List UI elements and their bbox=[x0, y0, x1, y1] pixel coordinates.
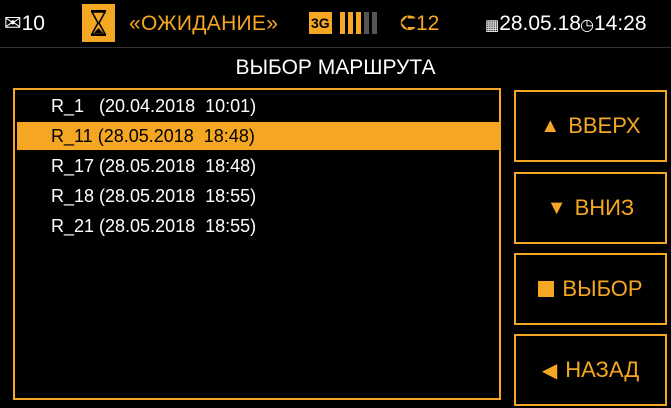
route-list-item[interactable]: R_21 (28.05.2018 18:55) bbox=[17, 212, 499, 240]
back-button[interactable]: ◀ НАЗАД bbox=[514, 334, 667, 406]
mail-count: 10 bbox=[21, 12, 45, 35]
up-button-label: ВВЕРХ bbox=[568, 113, 641, 138]
date-indicator: ▦28.05.18 bbox=[485, 0, 581, 47]
satellite-icon: ⮈ bbox=[400, 12, 416, 35]
state-text: «ОЖИДАНИЕ» bbox=[129, 12, 279, 35]
hourglass-icon bbox=[82, 4, 115, 42]
arrow-left-icon: ◀ bbox=[541, 359, 558, 382]
select-button-label: ВЫБОР bbox=[562, 276, 643, 301]
route-list-item[interactable]: R_17 (28.05.2018 18:48) bbox=[17, 152, 499, 180]
time-value: 14:28 bbox=[593, 12, 647, 35]
clock-icon: ◷ bbox=[580, 17, 594, 34]
arrow-up-icon: ▲ bbox=[540, 114, 561, 137]
page-title: ВЫБОР МАРШРУТА bbox=[0, 47, 671, 88]
satellite-indicator: ⮈12 bbox=[400, 0, 439, 47]
select-button[interactable]: ВЫБОР bbox=[514, 253, 667, 325]
route-list-item[interactable]: R_18 (28.05.2018 18:55) bbox=[17, 182, 499, 210]
status-bar: ✉10 «ОЖИДАНИЕ» 3G ⮈12 ▦28.05.18 ◷14:28 bbox=[0, 0, 671, 47]
route-list-item[interactable]: R_11 (28.05.2018 18:48) bbox=[17, 122, 499, 150]
arrow-down-icon: ▼ bbox=[546, 196, 567, 219]
signal-bar bbox=[356, 12, 361, 34]
square-icon bbox=[538, 281, 555, 297]
satellite-count: 12 bbox=[415, 12, 440, 35]
mail-indicator: ✉10 bbox=[4, 0, 45, 47]
route-list-item[interactable]: R_1 (20.04.2018 10:01) bbox=[17, 92, 499, 120]
down-button-label: ВНИЗ bbox=[574, 195, 635, 220]
down-button[interactable]: ▼ ВНИЗ bbox=[514, 172, 667, 244]
signal-bar bbox=[340, 12, 345, 34]
signal-bar bbox=[348, 12, 353, 34]
network-badge: 3G bbox=[309, 12, 332, 34]
signal-bar bbox=[372, 12, 377, 34]
route-list[interactable]: R_1 (20.04.2018 10:01) R_11 (28.05.2018 1… bbox=[13, 88, 501, 400]
time-indicator: ◷14:28 bbox=[580, 0, 647, 47]
envelope-icon: ✉ bbox=[4, 12, 22, 35]
back-button-label: НАЗАД bbox=[565, 357, 640, 382]
calendar-icon: ▦ bbox=[485, 17, 500, 34]
signal-bar bbox=[364, 12, 369, 34]
date-value: 28.05.18 bbox=[499, 12, 581, 35]
up-button[interactable]: ▲ ВВЕРХ bbox=[514, 90, 667, 162]
